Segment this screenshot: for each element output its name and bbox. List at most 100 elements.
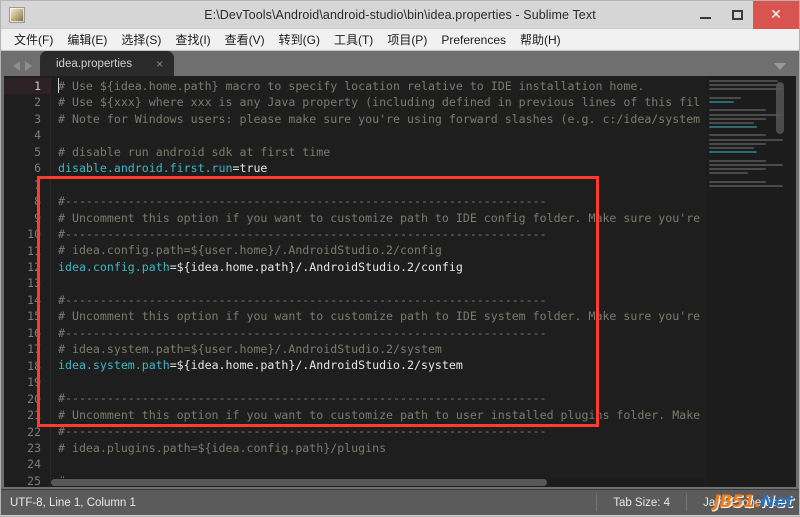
menu-item-file[interactable]: 文件(F) bbox=[7, 29, 60, 50]
minimap-line bbox=[709, 147, 755, 149]
minimap-line bbox=[709, 159, 767, 162]
minimap-line bbox=[709, 138, 783, 141]
code-line: #---------------------------------------… bbox=[58, 292, 547, 307]
minimap-line bbox=[709, 151, 757, 154]
minimap-line bbox=[709, 109, 767, 112]
chevron-down-icon bbox=[774, 63, 786, 70]
code-line: #---------------------------------------… bbox=[58, 325, 547, 340]
watermark-part1: JB51 bbox=[713, 492, 755, 512]
minimap-line bbox=[709, 180, 767, 183]
minimap-line bbox=[709, 126, 757, 129]
line-number: 23 bbox=[27, 440, 41, 455]
code-line: # Uncomment this option if you want to c… bbox=[58, 309, 701, 324]
close-button[interactable]: ✕ bbox=[753, 0, 799, 29]
minimap-line bbox=[709, 117, 767, 120]
menu-item-edit[interactable]: 编辑(E) bbox=[60, 29, 114, 50]
editor-frame: idea.properties × 1 2 3 4 5 6 7 8 9 10 11 12 13 14 15 1… bbox=[1, 51, 799, 489]
line-number: 5 bbox=[34, 144, 41, 159]
line-number: 2 bbox=[34, 95, 41, 110]
line-number: 20 bbox=[27, 391, 41, 406]
line-number: 21 bbox=[27, 408, 41, 423]
line-number: 9 bbox=[34, 210, 41, 225]
code-line: # Uncomment this option if you want to c… bbox=[58, 210, 701, 225]
tab-prev-arrow-icon[interactable] bbox=[13, 61, 20, 71]
tab-dropdown-button[interactable] bbox=[774, 63, 796, 76]
minimap-line bbox=[709, 80, 778, 82]
code-line: #---------------------------------------… bbox=[58, 194, 547, 209]
minimize-button[interactable] bbox=[689, 1, 721, 29]
line-number: 14 bbox=[27, 292, 41, 307]
horizontal-scrollbar[interactable] bbox=[51, 478, 704, 487]
code-line: #---------------------------------------… bbox=[58, 424, 547, 439]
line-number: 15 bbox=[27, 309, 41, 324]
code-line: idea.system.path=${idea.home.path}/.Andr… bbox=[58, 358, 463, 373]
line-number: 11 bbox=[27, 243, 41, 258]
tab-label: idea.properties bbox=[56, 57, 133, 70]
watermark-part2: Net bbox=[760, 492, 794, 512]
sublime-text-window: E:\DevTools\Android\android-studio\bin\i… bbox=[0, 0, 800, 517]
sublime-text-icon bbox=[9, 6, 25, 23]
minimap-line bbox=[709, 134, 767, 137]
minimap-line bbox=[709, 84, 783, 87]
minimap-viewport[interactable] bbox=[776, 82, 784, 134]
code-content[interactable]: # Use ${idea.home.path} macro to specify… bbox=[51, 76, 706, 487]
minimap-line bbox=[709, 88, 783, 91]
tab-bar: idea.properties × bbox=[4, 51, 796, 76]
status-bar: UTF-8, Line 1, Column 1 Tab Size: 4 Java… bbox=[1, 489, 799, 515]
code-line: # idea.plugins.path=${idea.config.path}/… bbox=[58, 440, 387, 455]
code-editor[interactable]: 1 2 3 4 5 6 7 8 9 10 11 12 13 14 15 16 17 18 19 20 21 22 23 24 2… bbox=[4, 76, 796, 487]
tab-idea-properties[interactable]: idea.properties × bbox=[40, 51, 175, 76]
horizontal-scrollbar-thumb[interactable] bbox=[51, 479, 548, 486]
minimap-line bbox=[709, 113, 783, 116]
minimap-line bbox=[709, 163, 783, 166]
line-number: 24 bbox=[27, 457, 41, 472]
tab-nav bbox=[4, 61, 40, 76]
menu-item-help[interactable]: 帮助(H) bbox=[513, 29, 568, 50]
tab-next-arrow-icon[interactable] bbox=[25, 61, 32, 71]
line-number: 6 bbox=[34, 161, 41, 176]
code-line: idea.config.path=${idea.home.path}/.Andr… bbox=[58, 259, 463, 274]
line-number: 17 bbox=[27, 342, 41, 357]
minimap-line bbox=[709, 172, 748, 175]
menu-item-selection[interactable]: 选择(S) bbox=[114, 29, 168, 50]
menu-item-project[interactable]: 项目(P) bbox=[380, 29, 434, 50]
menu-item-view[interactable]: 查看(V) bbox=[218, 29, 272, 50]
minimap-line bbox=[709, 184, 783, 187]
maximize-button[interactable] bbox=[721, 1, 753, 29]
line-number: 16 bbox=[27, 325, 41, 340]
menu-item-goto[interactable]: 转到(G) bbox=[272, 29, 327, 50]
code-line: # idea.config.path=${user.home}/.Android… bbox=[58, 243, 442, 258]
window-title: E:\DevTools\Android\android-studio\bin\i… bbox=[204, 7, 596, 22]
menu-item-tools[interactable]: 工具(T) bbox=[327, 29, 380, 50]
line-number: 4 bbox=[34, 128, 41, 143]
window-controls: ✕ bbox=[689, 0, 799, 29]
menu-item-find[interactable]: 查找(I) bbox=[168, 29, 217, 50]
tab-size-status[interactable]: Tab Size: 4 bbox=[596, 494, 686, 511]
title-bar: E:\DevTools\Android\android-studio\bin\i… bbox=[1, 0, 799, 29]
minimap-line bbox=[709, 100, 734, 103]
line-number: 10 bbox=[27, 227, 41, 242]
minimap-line bbox=[709, 96, 741, 99]
code-line: # Use ${idea.home.path} macro to specify… bbox=[58, 79, 645, 93]
code-line: # Uncomment this option if you want to c… bbox=[58, 407, 701, 422]
code-line: # disable run android sdk at first time bbox=[58, 144, 331, 159]
menu-bar: 文件(F) 编辑(E) 选择(S) 查找(I) 查看(V) 转到(G) 工具(T… bbox=[1, 29, 799, 51]
line-number: 3 bbox=[34, 111, 41, 126]
code-line: #---------------------------------------… bbox=[58, 391, 547, 406]
code-line: # Use ${xxx} where xxx is any Java prope… bbox=[58, 95, 701, 110]
minimap-line bbox=[709, 167, 767, 170]
minimap[interactable] bbox=[706, 76, 786, 487]
line-number: 12 bbox=[27, 259, 41, 274]
vertical-scrollbar[interactable] bbox=[786, 76, 796, 487]
minimap-line bbox=[709, 121, 755, 124]
minimap-line bbox=[709, 142, 767, 145]
line-number: 8 bbox=[34, 194, 41, 209]
close-icon[interactable]: × bbox=[156, 58, 163, 70]
code-line: # Note for Windows users: please make su… bbox=[58, 111, 701, 126]
menu-item-preferences[interactable]: Preferences bbox=[434, 31, 513, 49]
jb51-watermark: JB51.Net bbox=[713, 492, 794, 512]
cursor-position-status: UTF-8, Line 1, Column 1 bbox=[10, 496, 136, 509]
